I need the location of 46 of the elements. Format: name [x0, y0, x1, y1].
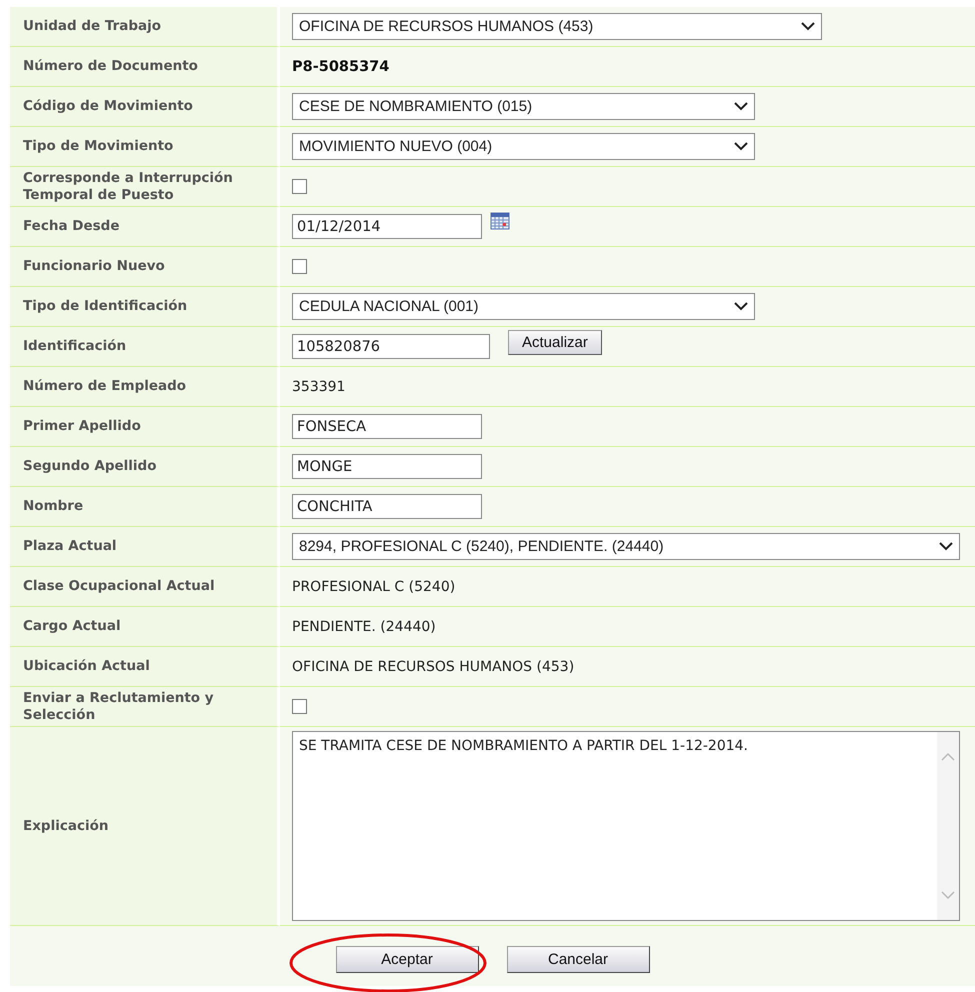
caret-icon — [734, 142, 748, 151]
field-label: Número de Documento — [23, 58, 198, 75]
checkbox[interactable] — [292, 259, 307, 274]
field-label: Número de Empleado — [23, 378, 186, 395]
field-label: Tipo de Movimiento — [23, 138, 174, 155]
checkbox[interactable] — [292, 179, 307, 194]
caret-icon — [734, 102, 748, 111]
field-label: Fecha Desde — [23, 218, 120, 235]
caret-icon — [734, 302, 748, 311]
calendar-icon[interactable] — [490, 211, 510, 230]
field-label: Cargo Actual — [23, 618, 121, 635]
field-label: Explicación — [23, 818, 108, 834]
input-field[interactable]: FONSECA — [292, 414, 482, 439]
field-label: Primer Apellido — [23, 418, 141, 435]
update-button[interactable]: Actualizar — [508, 330, 602, 355]
checkbox[interactable] — [292, 699, 307, 714]
field-label: Código de Movimiento — [23, 98, 193, 115]
field-label: Segundo Apellido — [23, 458, 156, 475]
field-label: Corresponde a Interrupción Temporal de Puesto — [23, 170, 234, 204]
field-label: Enviar a Reclutamiento y Selección — [23, 690, 215, 724]
input-field[interactable]: MONGE — [292, 454, 482, 479]
field-label: Clase Ocupacional Actual — [23, 578, 215, 595]
field-value: PENDIENTE. (24440) — [292, 618, 436, 634]
input-field[interactable]: 105820876 — [292, 334, 490, 359]
document-number: P8-5085374 — [292, 58, 390, 74]
field-value: OFICINA DE RECURSOS HUMANOS (453) — [292, 658, 574, 674]
input-field[interactable]: CONCHITA — [292, 494, 482, 519]
dropdown[interactable]: OFICINA DE RECURSOS HUMANOS (453) — [292, 13, 822, 40]
field-label: Nombre — [23, 498, 84, 515]
form-button[interactable]: Cancelar — [506, 946, 650, 973]
field-label: Ubicación Actual — [23, 658, 150, 675]
dropdown[interactable]: MOVIMIENTO NUEVO (004) — [292, 133, 755, 160]
form-button[interactable]: Aceptar — [336, 946, 478, 973]
caret-icon — [939, 542, 953, 551]
dropdown[interactable]: CEDULA NACIONAL (001) — [292, 293, 755, 320]
caret-icon — [801, 22, 815, 31]
field-label: Unidad de Trabajo — [23, 18, 162, 35]
field-label: Identificación — [23, 338, 126, 355]
date-field[interactable]: 01/12/2014 — [292, 214, 482, 239]
dropdown[interactable]: 8294, PROFESIONAL C (5240), PENDIENTE. (24440) — [292, 533, 960, 560]
dropdown[interactable]: CESE DE NOMBRAMIENTO (015) — [292, 93, 755, 120]
field-value: PROFESIONAL C (5240) — [292, 578, 456, 594]
field-label: Funcionario Nuevo — [23, 258, 165, 275]
field-label: Tipo de Identificación — [23, 298, 188, 315]
field-label: Plaza Actual — [23, 538, 117, 555]
field-value: 353391 — [292, 378, 346, 394]
